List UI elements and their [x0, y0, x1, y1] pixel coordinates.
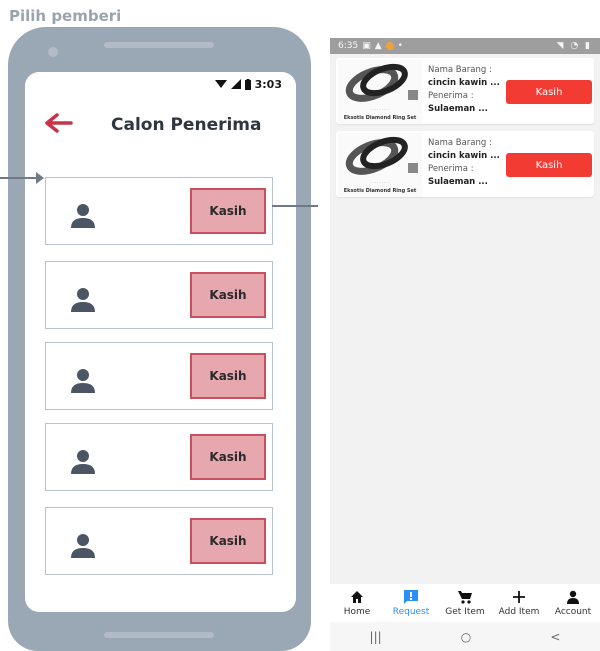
- cart-icon: [458, 591, 472, 604]
- kasih-button[interactable]: Kasih: [506, 153, 592, 177]
- kasih-button[interactable]: Kasih: [190, 434, 266, 480]
- app-notification-icon: [385, 42, 394, 50]
- system-icons: ◥ ◔ ▮: [556, 41, 592, 51]
- penerima-label: Penerima :: [428, 164, 474, 174]
- product-image: · · · · · · · · · Eksotis Diamond Ring S…: [338, 60, 422, 124]
- person-icon: [71, 450, 95, 474]
- tab-get-item[interactable]: Get Item: [438, 589, 492, 617]
- tab-account-label: Account: [554, 607, 592, 617]
- product-image-caption: Eksotis Diamond Ring Set: [343, 188, 417, 194]
- wifi-icon: [214, 80, 227, 88]
- recipient-row: Kasih: [45, 261, 273, 329]
- wireframe-status-time: 3:03: [254, 77, 282, 91]
- status-time: 6:35: [338, 41, 359, 51]
- tab-add-item-label: Add Item: [498, 607, 540, 617]
- bottom-tab-bar: Home Request Get Item Add Item Account: [330, 584, 600, 622]
- nama-barang-value: cincin kawin ...: [428, 78, 500, 88]
- ring-image: [345, 63, 418, 102]
- plus-icon: [513, 591, 525, 603]
- penerima-value: Sulaeman ...: [428, 177, 488, 187]
- flow-arrowhead: [36, 172, 44, 184]
- nama-barang-value: cincin kawin ...: [428, 151, 500, 161]
- person-icon: [71, 288, 95, 312]
- kasih-button[interactable]: Kasih: [506, 80, 592, 104]
- product-image-subtext: · · · · · · · · ·: [370, 181, 390, 185]
- phone-frame: 3:03 Calon Penerima Kasih Kasih Kasih Ka…: [8, 27, 311, 651]
- request-icon: [404, 590, 418, 604]
- back-nav-button[interactable]: <: [550, 630, 560, 644]
- product-image: · · · · · · · · · Eksotis Diamond Ring S…: [338, 133, 422, 197]
- recipient-row: Kasih: [45, 342, 273, 410]
- bottom-speaker: [104, 632, 214, 638]
- home-icon: [351, 591, 363, 603]
- home-nav-button[interactable]: ○: [461, 630, 471, 644]
- tab-home-label: Home: [343, 607, 371, 617]
- request-card[interactable]: · · · · · · · · · Eksotis Diamond Ring S…: [336, 131, 594, 197]
- item-meta: Nama Barang : cincin kawin ... Penerima …: [428, 64, 518, 116]
- item-meta: Nama Barang : cincin kawin ... Penerima …: [428, 137, 518, 189]
- tab-account[interactable]: Account: [546, 589, 600, 617]
- back-arrow-icon[interactable]: [45, 113, 73, 133]
- kasih-button[interactable]: Kasih: [190, 518, 266, 564]
- kasih-button[interactable]: Kasih: [190, 353, 266, 399]
- wireframe-title: Pilih pemberi: [9, 7, 122, 25]
- person-icon: [71, 534, 95, 558]
- recipient-row: Kasih: [45, 177, 273, 245]
- kasih-button[interactable]: Kasih: [190, 188, 266, 234]
- signal-icon: [230, 79, 241, 89]
- tab-get-item-label: Get Item: [445, 607, 485, 617]
- wireframe-status-bar: 3:03: [214, 75, 282, 93]
- page-title: Calon Penerima: [111, 115, 262, 135]
- android-status-bar: 6:35 ▣ ▲ • ◥ ◔ ▮: [330, 38, 600, 54]
- battery-icon: [244, 78, 251, 90]
- penerima-value: Sulaeman ...: [428, 104, 488, 114]
- recipient-row: Kasih: [45, 507, 273, 575]
- product-image-caption: Eksotis Diamond Ring Set: [343, 115, 417, 121]
- gallery-icon: ▣: [362, 41, 371, 51]
- tab-request[interactable]: Request: [384, 589, 438, 617]
- recent-apps-button[interactable]: |||: [370, 630, 382, 644]
- tab-home[interactable]: Home: [330, 589, 384, 617]
- front-camera: [48, 47, 58, 57]
- request-card[interactable]: · · · · · · · · · Eksotis Diamond Ring S…: [336, 58, 594, 124]
- android-nav-bar: ||| ○ <: [330, 622, 600, 651]
- product-image-subtext: · · · · · · · · ·: [370, 108, 390, 112]
- penerima-label: Penerima :: [428, 91, 474, 101]
- top-speaker: [104, 42, 214, 48]
- account-icon: [567, 590, 579, 604]
- ring-image: [345, 136, 418, 175]
- app-screenshot: 6:35 ▣ ▲ • ◥ ◔ ▮ · · · · · · · · · Eksot…: [330, 38, 600, 651]
- person-icon: [71, 369, 95, 393]
- kasih-button[interactable]: Kasih: [190, 272, 266, 318]
- notification-icon: ▲: [374, 41, 382, 51]
- nama-barang-label: Nama Barang :: [428, 138, 492, 148]
- flow-connector-out: [272, 205, 318, 207]
- person-icon: [71, 204, 95, 228]
- wireframe-screen: 3:03 Calon Penerima Kasih Kasih Kasih Ka…: [25, 72, 296, 612]
- tab-request-label: Request: [392, 607, 430, 617]
- nama-barang-label: Nama Barang :: [428, 65, 492, 75]
- tab-add-item[interactable]: Add Item: [492, 589, 546, 617]
- recipient-row: Kasih: [45, 423, 273, 491]
- more-icon: •: [397, 41, 403, 51]
